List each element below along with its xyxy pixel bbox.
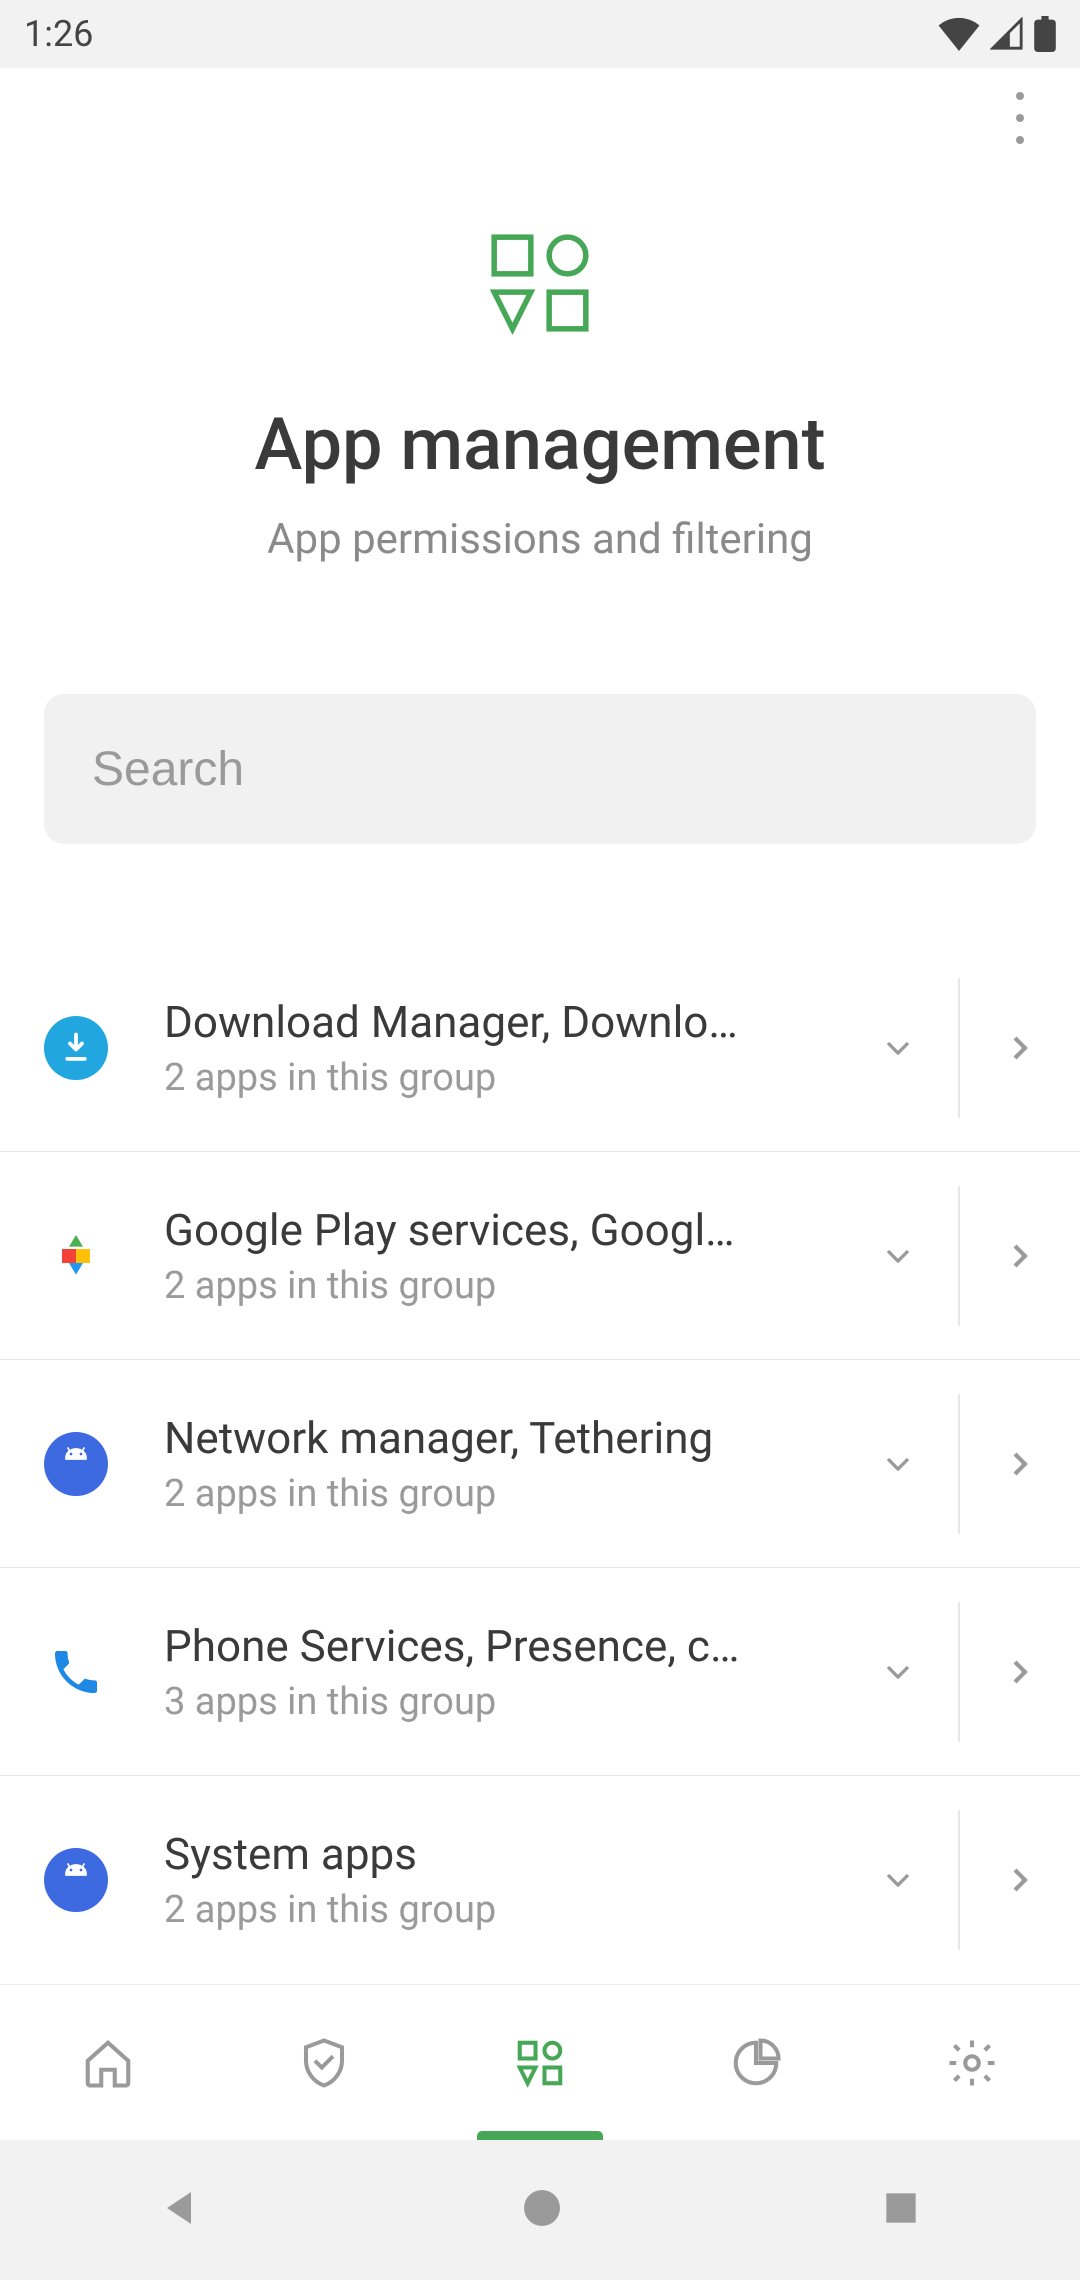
details-button[interactable] [960,1394,1080,1534]
list-item[interactable]: System apps 2 apps in this group [0,1776,1080,1984]
tab-protection[interactable] [216,1985,432,2140]
list-item[interactable]: Network manager, Tethering 2 apps in thi… [0,1360,1080,1568]
shield-icon [297,2036,351,2090]
nav-recent-button[interactable] [879,2186,923,2234]
status-icons [938,16,1056,52]
chevron-right-icon [1000,1860,1040,1900]
list-item-title: Download Manager, Downlo… [164,996,754,1048]
list-item[interactable]: Phone Services, Presence, c… 3 apps in t… [0,1568,1080,1776]
page-title: App management [0,402,1080,487]
tab-apps[interactable] [432,1985,648,2140]
list-item-text: System apps 2 apps in this group [108,1828,838,1932]
expand-button[interactable] [838,1394,958,1534]
list-item-title: Phone Services, Presence, c… [164,1620,754,1672]
square-icon [879,2186,923,2230]
chevron-down-icon [878,1860,918,1900]
gear-icon [945,2036,999,2090]
top-bar [0,68,1080,168]
stats-icon [729,2036,783,2090]
nav-home-button[interactable] [518,2184,566,2236]
list-item-text: Phone Services, Presence, c… 3 apps in t… [108,1620,838,1724]
search-input[interactable] [44,694,1036,844]
apps-hero-icon [485,228,595,342]
chevron-right-icon [1000,1028,1040,1068]
details-button[interactable] [960,978,1080,1118]
tab-home[interactable] [0,1985,216,2140]
list-item-subtitle: 2 apps in this group [164,1056,828,1100]
wifi-icon [938,17,980,51]
page-subtitle: App permissions and filtering [0,515,1080,564]
list-item-title: Network manager, Tethering [164,1412,754,1464]
chevron-down-icon [878,1028,918,1068]
chevron-right-icon [1000,1444,1040,1484]
bottom-tab-bar [0,1984,1080,2140]
list-item-subtitle: 2 apps in this group [164,1264,828,1308]
android-icon [44,1848,108,1912]
chevron-down-icon [878,1444,918,1484]
download-icon [44,1016,108,1080]
list-item-title: Google Play services, Googl… [164,1204,754,1256]
chevron-right-icon [1000,1652,1040,1692]
header-area: App management App permissions and filte… [0,168,1080,564]
more-options-icon[interactable] [1000,88,1040,148]
status-time: 1:26 [24,13,93,55]
list-item-subtitle: 2 apps in this group [164,1888,828,1932]
list-item-text: Network manager, Tethering 2 apps in thi… [108,1412,838,1516]
details-button[interactable] [960,1186,1080,1326]
android-icon [44,1432,108,1496]
phone-icon [44,1640,108,1704]
app-group-list: Download Manager, Downlo… 2 apps in this… [0,944,1080,1984]
signal-icon [990,17,1024,51]
list-item[interactable]: Download Manager, Downlo… 2 apps in this… [0,944,1080,1152]
expand-button[interactable] [838,1602,958,1742]
chevron-down-icon [878,1652,918,1692]
search-container [0,564,1080,844]
main-content: App management App permissions and filte… [0,68,1080,1984]
list-item-subtitle: 2 apps in this group [164,1472,828,1516]
system-nav-bar [0,2140,1080,2280]
list-item-subtitle: 3 apps in this group [164,1680,828,1724]
home-icon [81,2036,135,2090]
chevron-right-icon [1000,1236,1040,1276]
list-item-title: System apps [164,1828,754,1880]
nav-back-button[interactable] [157,2184,205,2236]
tab-stats[interactable] [648,1985,864,2140]
battery-icon [1034,16,1056,52]
list-item-text: Google Play services, Googl… 2 apps in t… [108,1204,838,1308]
tab-settings[interactable] [864,1985,1080,2140]
details-button[interactable] [960,1602,1080,1742]
details-button[interactable] [960,1810,1080,1950]
circle-icon [518,2184,566,2232]
list-item-text: Download Manager, Downlo… 2 apps in this… [108,996,838,1100]
status-bar: 1:26 [0,0,1080,68]
back-icon [157,2184,205,2232]
chevron-down-icon [878,1236,918,1276]
list-item[interactable]: Google Play services, Googl… 2 apps in t… [0,1152,1080,1360]
expand-button[interactable] [838,1186,958,1326]
play-services-icon [44,1224,108,1288]
expand-button[interactable] [838,1810,958,1950]
apps-icon [513,2036,567,2090]
expand-button[interactable] [838,978,958,1118]
